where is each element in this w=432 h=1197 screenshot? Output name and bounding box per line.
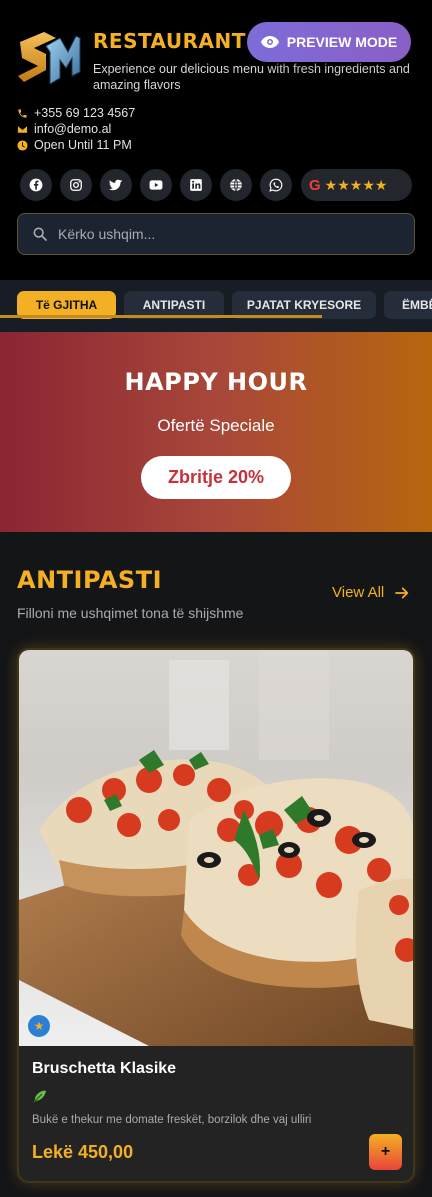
contact-email[interactable]: info@demo.al: [17, 121, 135, 137]
tabs-scroll-indicator[interactable]: [0, 315, 322, 318]
food-image: [19, 650, 413, 1046]
contact-info: +355 69 123 4567 info@demo.al Open Until…: [17, 105, 135, 153]
social-links: [20, 169, 292, 201]
logo-icon: [18, 32, 81, 85]
contact-hours: Open Until 11 PM: [17, 137, 135, 153]
google-rating[interactable]: G ★★★★★: [301, 169, 412, 201]
search-icon: [33, 227, 47, 241]
add-to-cart-button[interactable]: +: [369, 1134, 402, 1170]
brand-tagline: Experience our delicious menu with fresh…: [93, 62, 410, 92]
discount-button[interactable]: Zbritje 20%: [141, 456, 291, 499]
website-icon[interactable]: [220, 169, 252, 201]
item-description: Bukë e thekur me domate freskët, borzilo…: [32, 1114, 312, 1126]
linkedin-icon[interactable]: [180, 169, 212, 201]
banner-title: HAPPY HOUR: [124, 368, 308, 396]
search-bar[interactable]: [17, 213, 415, 255]
header: RESTAURANT DEMO Experience our delicious…: [0, 0, 432, 280]
section-subtitle: Filloni me ushqimet tona të shijshme: [17, 605, 244, 621]
vegetarian-icon: [33, 1090, 46, 1103]
eye-icon: [260, 36, 279, 48]
instagram-icon[interactable]: [60, 169, 92, 201]
whatsapp-icon[interactable]: [260, 169, 292, 201]
search-input[interactable]: [58, 226, 378, 242]
arrow-right-icon: [395, 586, 409, 599]
rating-stars: ★★★★★: [324, 176, 388, 193]
promo-banner: HAPPY HOUR Ofertë Speciale Zbritje 20%: [0, 332, 432, 532]
item-price: Lekë 450,00: [32, 1142, 134, 1162]
banner-subtitle: Ofertë Speciale: [157, 416, 275, 435]
preview-mode-button[interactable]: PREVIEW MODE: [247, 22, 411, 62]
google-icon: G: [309, 176, 321, 194]
tab-desserts[interactable]: ËMBËLSIRA: [384, 291, 432, 319]
facebook-icon[interactable]: [20, 169, 52, 201]
twitter-icon[interactable]: [100, 169, 132, 201]
featured-star-icon: ★: [28, 1015, 50, 1037]
item-name: Bruschetta Klasike: [32, 1060, 177, 1077]
phone-icon: [18, 108, 27, 118]
view-all-link[interactable]: View All: [332, 584, 410, 601]
category-tabs: Të GJITHA ANTIPASTI PJATAT KRYESORE ËMBË…: [0, 280, 432, 332]
contact-phone[interactable]: +355 69 123 4567: [17, 105, 135, 121]
clock-icon: [17, 139, 28, 151]
section-title: ANTIPASTI: [17, 566, 163, 594]
mail-icon: [17, 125, 28, 133]
youtube-icon[interactable]: [140, 169, 172, 201]
menu-item-card[interactable]: ★ Bruschetta Klasike Bukë e thekur me do…: [17, 648, 415, 1183]
preview-mode-label: PREVIEW MODE: [286, 34, 398, 50]
antipasti-section: ANTIPASTI Filloni me ushqimet tona të sh…: [0, 532, 432, 1197]
